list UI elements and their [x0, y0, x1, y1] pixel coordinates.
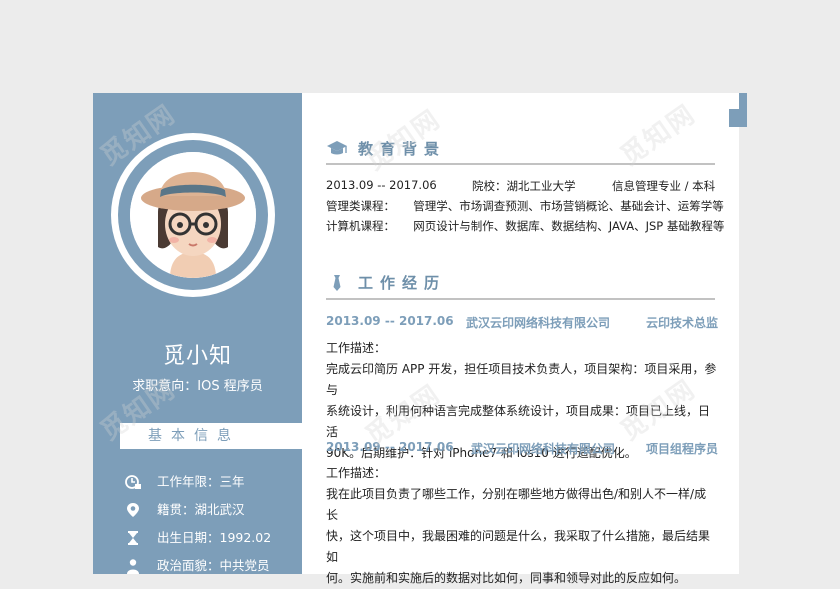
info-row-experience: 工作年限：三年: [125, 472, 245, 492]
basic-info-heading: 基本信息: [120, 423, 302, 449]
info-row-hometown: 籍贯：湖北武汉: [125, 500, 245, 520]
work-section-title: 工作经历: [326, 272, 446, 293]
decor-square: [729, 109, 747, 127]
necktie-icon: [333, 274, 341, 291]
info-row-birthdate: 出生日期：1992.02: [125, 528, 271, 548]
avatar-illustration: [130, 152, 256, 278]
info-birthdate: 出生日期：1992.02: [157, 530, 272, 545]
job-2-company: 武汉云印网络科技有限公司: [471, 442, 616, 456]
job-1-role: 云印技术总监: [646, 316, 719, 330]
avatar: [111, 133, 275, 297]
sidebar: 觅小知 求职意向：IOS 程序员 基本信息 工作年限：三年 籍贯：湖北武汉 出生…: [93, 93, 302, 574]
education-school: 院校：湖北工业大学: [472, 179, 576, 193]
decor-bar: [739, 93, 747, 109]
education-divider: [326, 163, 715, 165]
education-period: 2013.09 -- 2017.06: [326, 178, 437, 192]
job-2-desc-label: 工作描述：: [326, 466, 387, 480]
work-heading-text: 工作经历: [358, 274, 447, 292]
education-section-title: 教育背景: [326, 138, 446, 159]
info-experience: 工作年限：三年: [157, 474, 245, 489]
education-computer-courses: 计算机课程： 网页设计与制作、数据库、数据结构、JAVA、JSP 基础教程等: [326, 219, 725, 233]
job-2-role: 项目组程序员: [646, 442, 719, 456]
job-2-description: 工作描述： 我在此项目负责了哪些工作，分别在哪些地方做得出色/和别人不一样/成长…: [326, 463, 718, 589]
education-row: 2013.09 -- 2017.06: [326, 178, 437, 192]
work-divider: [326, 298, 715, 300]
graduation-cap-icon: [327, 140, 347, 154]
person-icon: [127, 559, 139, 574]
info-political: 政治面貌：中共党员: [157, 558, 270, 573]
location-pin-icon: [127, 503, 139, 517]
job-1-desc-line: 完成云印简历 APP 开发，担任项目技术负责人，项目架构：项目采用，参与: [326, 362, 717, 397]
hourglass-icon: [128, 531, 138, 545]
candidate-name: 觅小知: [162, 344, 232, 369]
main-content: 教育背景 2013.09 -- 2017.06 院校：湖北工业大学 信息管理专业…: [302, 93, 739, 585]
job-1-company: 武汉云印网络科技有限公司: [466, 316, 611, 330]
info-hometown: 籍贯：湖北武汉: [157, 502, 245, 517]
job-2-desc-line: 快，这个项目中，我最困难的问题是什么，我采取了什么措施，最后结果如: [326, 529, 711, 564]
job-2-period: 2013.09 -- 2017.06: [326, 440, 454, 454]
job-intent: 求职意向：IOS 程序员: [132, 379, 263, 394]
briefcase-icon: [125, 475, 141, 489]
education-heading-text: 教育背景: [358, 140, 447, 158]
job-2-desc-line: 我在此项目负责了哪些工作，分别在哪些地方做得出色/和别人不一样/成长: [326, 487, 707, 522]
education-major: 信息管理专业 / 本科: [612, 179, 716, 193]
education-management-courses: 管理类课程： 管理学、市场调查预测、市场营销概论、基础会计、运筹学等: [326, 199, 724, 213]
job-1-period: 2013.09 -- 2017.06: [326, 314, 454, 328]
job-1-desc-line: 系统设计，利用何种语言完成整体系统设计，项目成果：项目已上线，日活: [326, 404, 711, 439]
job-1-desc-label: 工作描述：: [326, 341, 387, 355]
job-2-desc-line: 何。实施前和实施后的数据对比如何，同事和领导对此的反应如何。: [326, 571, 687, 585]
info-row-political: 政治面貌：中共党员: [125, 556, 270, 574]
